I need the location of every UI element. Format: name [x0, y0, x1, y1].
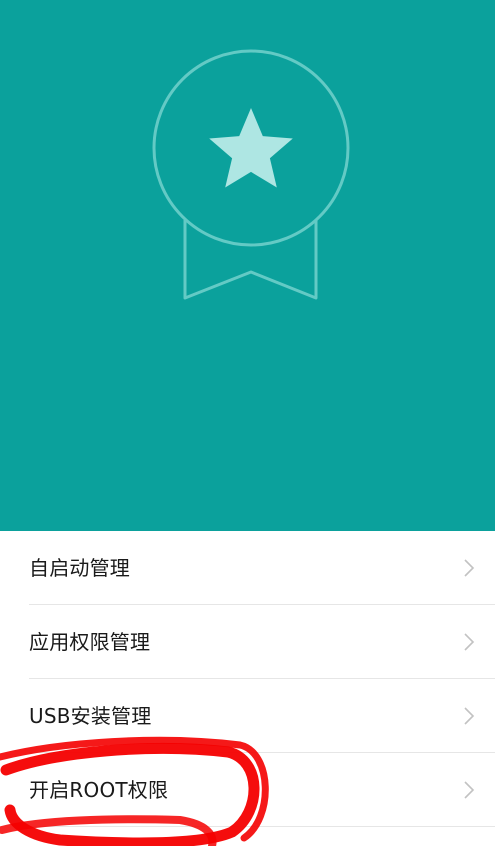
divider [29, 826, 495, 827]
chevron-right-icon [464, 707, 475, 725]
hero-background [0, 0, 495, 531]
hero-header [0, 0, 495, 531]
settings-list: 自启动管理 应用权限管理 USB安装管理 开启ROOT权限 [0, 531, 495, 846]
chevron-right-icon [464, 559, 475, 577]
chevron-right-icon [464, 633, 475, 651]
award-ribbon-icon [0, 0, 495, 531]
menu-item-label: 自启动管理 [29, 556, 130, 580]
menu-item-label: 开启ROOT权限 [29, 778, 169, 802]
menu-item-app-permissions[interactable]: 应用权限管理 [0, 605, 495, 679]
menu-item-label: 应用权限管理 [29, 630, 151, 654]
menu-item-enable-root[interactable]: 开启ROOT权限 [0, 753, 495, 827]
menu-item-label: USB安装管理 [29, 704, 152, 728]
chevron-right-icon [464, 781, 475, 799]
menu-item-usb-install[interactable]: USB安装管理 [0, 679, 495, 753]
menu-item-auto-start[interactable]: 自启动管理 [0, 531, 495, 605]
